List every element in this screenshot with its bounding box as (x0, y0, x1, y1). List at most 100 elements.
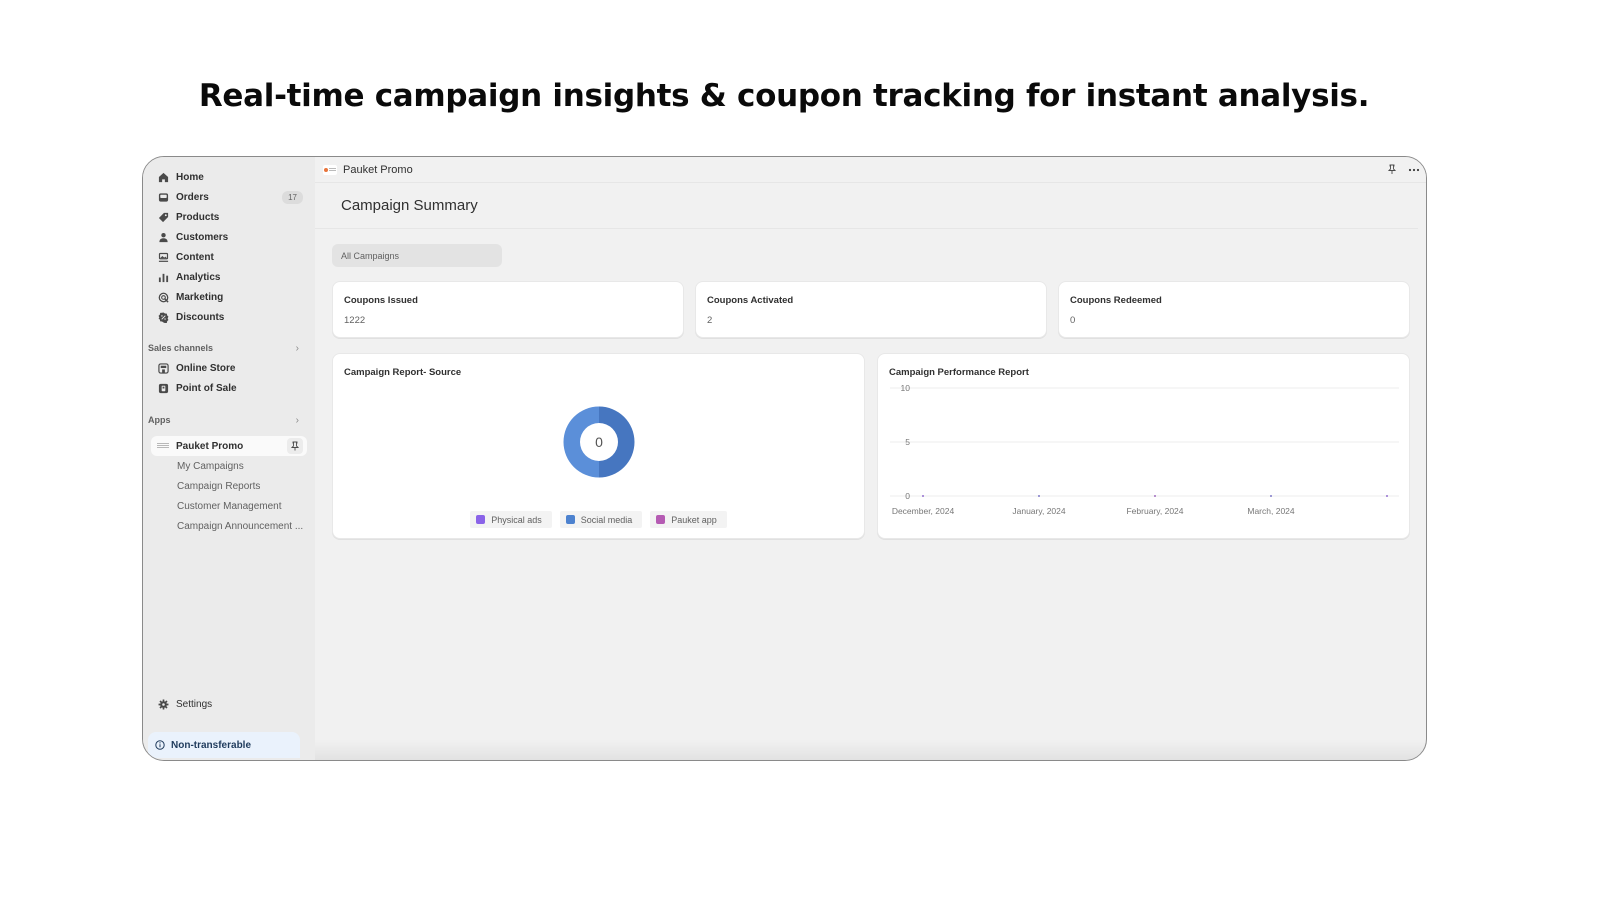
x-tick-label: December, 2024 (892, 506, 955, 516)
pin-icon[interactable] (287, 438, 303, 454)
x-tick-label: February, 2024 (1126, 506, 1183, 516)
sidebar-item-marketing[interactable]: Marketing (143, 287, 315, 307)
sidebar-item-label: Content (176, 251, 214, 263)
legend-label: Physical ads (491, 514, 542, 525)
discount-badge-icon (157, 311, 169, 323)
line-chart: 0 5 10 December, 2024 January, 2024 February,… (890, 383, 1399, 516)
campaign-filter-select[interactable]: All Campaigns (332, 244, 502, 267)
legend-swatch (565, 515, 575, 524)
stat-value: 0 (1070, 315, 1076, 326)
sidebar-subitem-campaign-reports[interactable]: Campaign Reports (143, 476, 315, 496)
app-sub-navigation: My Campaigns Campaign Reports Customer Man… (143, 456, 315, 536)
sidebar-item-label: Customers (176, 231, 229, 243)
sidebar-item-label: Marketing (176, 291, 224, 303)
sidebar-item-label: Settings (176, 698, 213, 710)
sidebar-subitem-campaign-announcement[interactable]: Campaign Announcement ... (143, 516, 315, 536)
stat-value: 2 (707, 315, 713, 326)
campaign-filter-value: All Campaigns (341, 250, 400, 261)
legend-swatch (656, 515, 666, 524)
sidebar-item-label: Products (176, 211, 220, 223)
sidebar-item-label: Pauket Promo (176, 440, 244, 452)
sidebar-nav: Home Orders 17 Products Customers Content Anal… (143, 167, 315, 327)
sidebar-subitem-customer-management[interactable]: Customer Management (143, 496, 315, 516)
pos-icon (157, 382, 169, 394)
stat-card-coupons-redeemed: Coupons Redeemed 0 (1058, 281, 1410, 338)
apps-header[interactable]: Apps › (143, 410, 315, 430)
non-transferable-banner[interactable]: Non-transferable (148, 732, 300, 758)
page-header: Campaign Summary (315, 183, 1418, 229)
donut-center-label: 0 (595, 434, 603, 450)
sidebar-item-online-store[interactable]: Online Store (143, 358, 315, 378)
sidebar-item-products[interactable]: Products (143, 207, 315, 227)
sidebar-item-customers[interactable]: Customers (143, 227, 315, 247)
app-name: Pauket Promo (343, 163, 413, 176)
donut-legend: Physical ads Social media Pauket app (333, 511, 864, 528)
sidebar-item-orders[interactable]: Orders 17 (143, 187, 315, 207)
sidebar-item-point-of-sale[interactable]: Point of Sale (143, 378, 315, 398)
person-icon (157, 231, 169, 243)
sidebar-item-label: Point of Sale (176, 382, 237, 394)
data-point-pauket-app[interactable] (1038, 495, 1040, 497)
marketing-headline: Real-time campaign insights & coupon tra… (198, 78, 1370, 114)
sidebar-item-home[interactable]: Home (143, 167, 315, 187)
store-icon (157, 362, 169, 374)
sales-channels-heading: Sales channels (148, 343, 214, 353)
sidebar-item-label: Analytics (176, 271, 221, 283)
sidebar-item-discounts[interactable]: Discounts (143, 307, 315, 327)
sidebar-item-label: Home (176, 171, 204, 183)
apps-heading: Apps (148, 415, 171, 425)
main-content: Pauket Promo Campaign Summary All Campai… (315, 157, 1426, 760)
stat-title: Coupons Issued (344, 295, 418, 306)
pin-icon[interactable] (1382, 164, 1402, 175)
legend-item-physical-ads[interactable]: Physical ads (470, 511, 552, 528)
stat-card-coupons-activated: Coupons Activated 2 (695, 281, 1047, 338)
target-icon (157, 291, 169, 303)
sidebar-item-pauket-promo[interactable]: Pauket Promo (151, 436, 307, 456)
sidebar-item-label: Discounts (176, 311, 225, 323)
legend-label: Pauket app (671, 514, 717, 525)
legend-item-social-media[interactable]: Social media (559, 511, 643, 528)
pauket-logo-icon (323, 164, 337, 175)
y-tick-label: 5 (905, 437, 910, 447)
sidebar-item-settings[interactable]: Settings (143, 694, 315, 714)
app-topbar: Pauket Promo (315, 157, 1426, 183)
legend-swatch (476, 515, 486, 524)
stat-card-coupons-issued: Coupons Issued 1222 (332, 281, 684, 338)
chevron-right-icon[interactable]: › (296, 415, 299, 426)
campaign-performance-chart-card: Campaign Performance Report 0 5 10 December… (877, 353, 1410, 539)
sidebar: Home Orders 17 Products Customers Content Anal… (143, 157, 315, 760)
data-point-pauket-app[interactable] (1154, 495, 1156, 497)
legend-label: Social media (580, 514, 633, 525)
inbox-icon (157, 191, 169, 203)
x-tick-label: March, 2024 (1247, 506, 1295, 516)
donut-slice-empty-light[interactable] (563, 406, 599, 478)
stat-title: Coupons Redeemed (1070, 295, 1162, 306)
stat-value: 1222 (344, 315, 366, 326)
legend-item-pauket-app[interactable]: Pauket app (650, 511, 727, 528)
data-point-pauket-app[interactable] (1386, 495, 1388, 497)
sidebar-item-label: Online Store (176, 362, 236, 374)
more-options-icon[interactable] (1404, 168, 1424, 172)
page-title: Campaign Summary (341, 197, 478, 214)
chevron-right-icon[interactable]: › (296, 343, 299, 354)
sales-channels-header[interactable]: Sales channels › (143, 338, 315, 358)
sales-channels-list: Online Store Point of Sale (143, 358, 315, 398)
sidebar-subitem-my-campaigns[interactable]: My Campaigns (143, 456, 315, 476)
gear-icon (157, 698, 169, 710)
y-tick-label: 10 (901, 383, 911, 393)
bottom-fade (315, 740, 1426, 760)
sidebar-item-label: Orders (176, 191, 209, 203)
sidebar-item-analytics[interactable]: Analytics (143, 267, 315, 287)
campaign-source-chart-card: Campaign Report- Source 0 Physical ads So… (332, 353, 865, 539)
sidebar-item-content[interactable]: Content (143, 247, 315, 267)
image-icon (157, 251, 169, 263)
bar-chart-icon (157, 271, 169, 283)
donut-slice-empty-dark[interactable] (599, 406, 635, 478)
data-point-pauket-app[interactable] (922, 495, 924, 497)
stat-title: Coupons Activated (707, 295, 794, 306)
pauket-logo-icon (157, 443, 169, 449)
data-point-pauket-app[interactable] (1270, 495, 1272, 497)
home-icon (157, 171, 169, 183)
tag-icon (157, 211, 169, 223)
app-window: Home Orders 17 Products Customers Content Anal… (142, 156, 1427, 761)
